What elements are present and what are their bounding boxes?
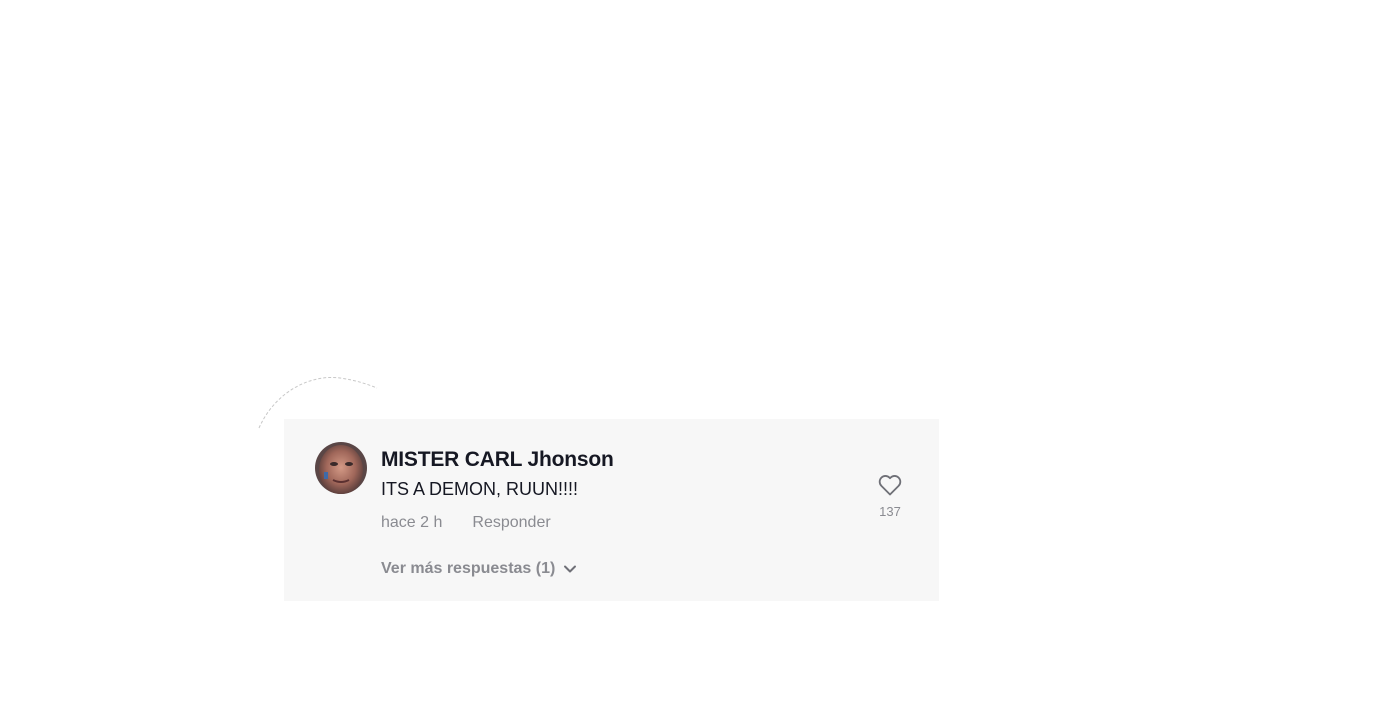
comment-text: ITS A DEMON, RUUN!!!! — [381, 479, 579, 499]
comment-item: MISTER CARL Jhonson ITS A DEMON, RUUN!!!… — [284, 419, 939, 601]
like-count: 137 — [879, 504, 901, 519]
avatar[interactable] — [315, 442, 367, 494]
view-more-replies-button[interactable]: Ver más respuestas (1) — [381, 560, 577, 578]
chevron-down-icon — [564, 565, 577, 573]
comment-meta: hace 2 h Responder — [381, 514, 551, 532]
page: MISTER CARL Jhonson ITS A DEMON, RUUN!!!… — [0, 0, 1400, 722]
view-more-replies-label: Ver más respuestas (1) — [381, 560, 556, 577]
comment-timestamp: hace 2 h — [381, 514, 443, 531]
like-button[interactable]: 137 — [868, 474, 912, 519]
avatar-image — [315, 442, 367, 494]
comment-author[interactable]: MISTER CARL Jhonson — [381, 448, 614, 472]
reply-button[interactable]: Responder — [472, 514, 550, 532]
heart-outline-icon[interactable] — [878, 474, 902, 496]
